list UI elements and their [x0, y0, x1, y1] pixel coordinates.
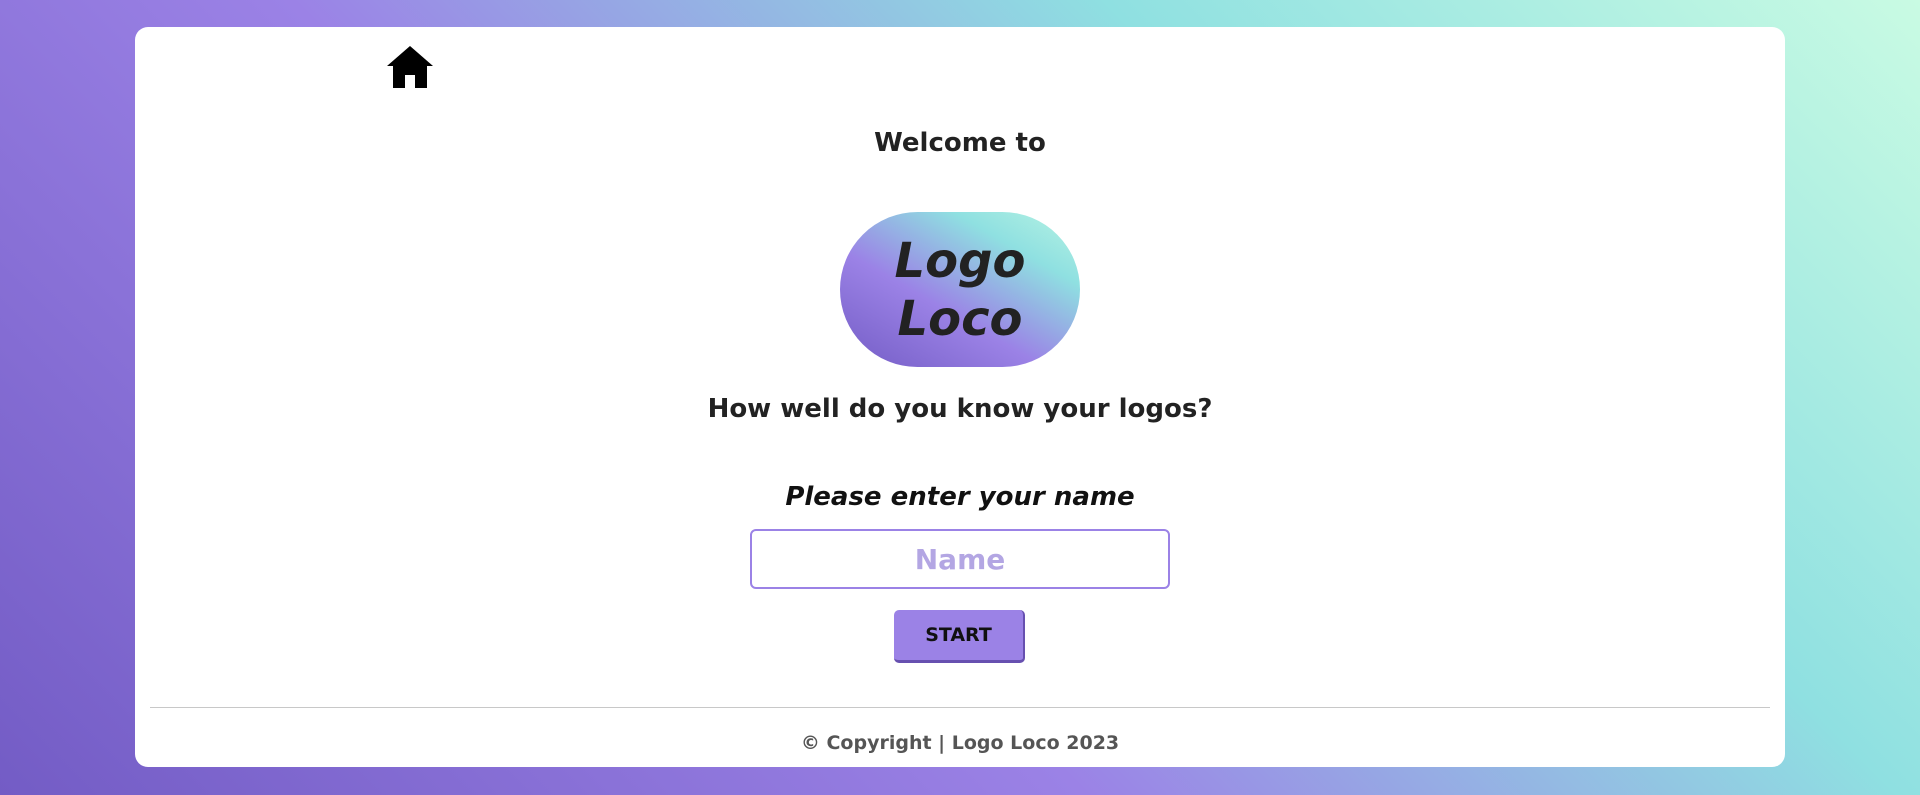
logo-text-line2: Loco	[897, 290, 1023, 347]
footer-divider	[150, 707, 1770, 708]
home-icon	[387, 46, 433, 88]
logo-text-line1: Logo	[894, 232, 1026, 289]
copyright-text: Copyright | Logo Loco 2023	[826, 732, 1120, 754]
name-prompt-label: Please enter your name	[785, 482, 1135, 512]
home-button[interactable]	[385, 44, 435, 90]
welcome-text: Welcome to	[874, 128, 1046, 158]
copyright-icon: ©	[800, 732, 820, 754]
logo-badge: Logo Loco	[840, 212, 1080, 367]
footer: © Copyright | Logo Loco 2023	[0, 732, 1920, 754]
start-button[interactable]: START	[894, 610, 1025, 663]
tagline: How well do you know your logos?	[707, 394, 1213, 424]
name-input[interactable]	[750, 529, 1170, 589]
